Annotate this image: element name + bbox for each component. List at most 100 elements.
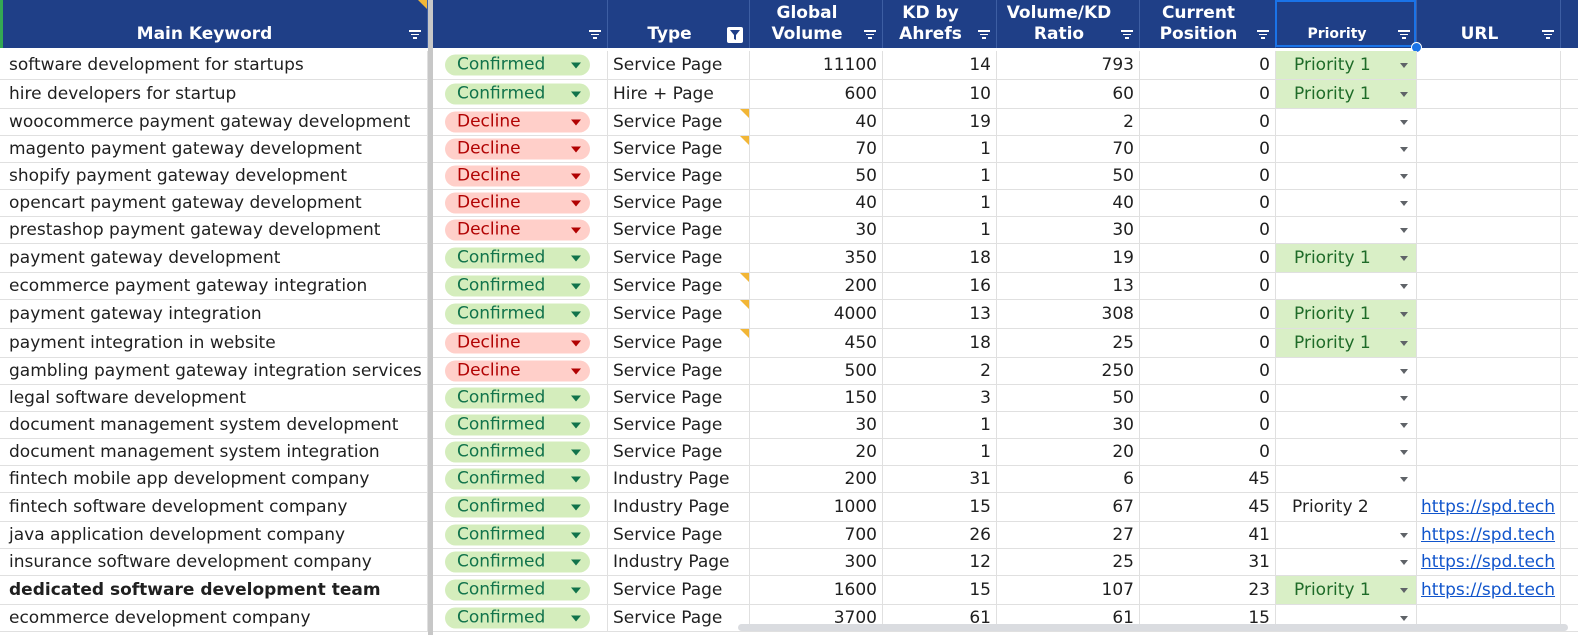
chevron-down-icon[interactable] [1400,63,1408,68]
position-cell[interactable]: 0 [1140,80,1276,108]
position-cell[interactable]: 0 [1140,412,1276,438]
kd-cell[interactable]: 18 [883,329,997,357]
status-cell[interactable]: Confirmed [433,466,608,492]
status-chip[interactable]: Decline [445,219,590,241]
type-cell[interactable]: Service Page [608,439,750,465]
type-cell[interactable]: Hire + Page [608,80,750,108]
position-cell[interactable]: 0 [1140,329,1276,357]
ratio-cell[interactable]: 30 [997,217,1140,243]
header-type[interactable]: Type [608,0,750,48]
status-cell[interactable]: Confirmed [433,273,608,299]
header-main-keyword[interactable]: Main Keyword [0,0,428,48]
keyword-cell[interactable]: magento payment gateway development [0,136,428,162]
priority-cell[interactable] [1276,358,1417,384]
priority-cell[interactable] [1276,136,1417,162]
url-link[interactable]: https://spd.tech [1417,493,1561,521]
chevron-down-icon[interactable] [1400,174,1408,179]
ratio-cell[interactable]: 19 [997,244,1140,272]
url-link[interactable] [1417,80,1561,108]
url-link[interactable] [1417,136,1561,162]
ratio-cell[interactable]: 793 [997,51,1140,79]
volume-cell[interactable]: 50 [750,163,883,189]
chevron-down-icon[interactable] [571,504,581,511]
ratio-cell[interactable]: 13 [997,273,1140,299]
chevron-down-icon[interactable] [571,62,581,69]
priority-cell[interactable] [1276,412,1417,438]
type-cell[interactable]: Service Page [608,605,750,631]
chevron-down-icon[interactable] [1400,341,1408,346]
position-cell[interactable]: 45 [1140,466,1276,492]
priority-cell[interactable] [1276,385,1417,411]
position-cell[interactable]: 31 [1140,549,1276,575]
status-chip[interactable]: Confirmed [445,607,590,629]
chevron-down-icon[interactable] [1400,120,1408,125]
chevron-down-icon[interactable] [571,449,581,456]
filter-icon[interactable] [978,30,990,40]
position-cell[interactable]: 0 [1140,163,1276,189]
keyword-cell[interactable]: fintech mobile app development company [0,466,428,492]
keyword-cell[interactable]: legal software development [0,385,428,411]
priority-dropdown[interactable]: Priority 1 [1276,329,1416,357]
url-link[interactable] [1417,329,1561,357]
status-cell[interactable]: Decline [433,109,608,135]
ratio-cell[interactable]: 50 [997,163,1140,189]
position-cell[interactable]: 45 [1140,493,1276,521]
position-cell[interactable]: 0 [1140,109,1276,135]
status-cell[interactable]: Decline [433,358,608,384]
kd-cell[interactable]: 16 [883,273,997,299]
filter-icon[interactable] [589,30,601,40]
filter-icon[interactable] [1542,30,1554,40]
status-cell[interactable]: Confirmed [433,549,608,575]
keyword-cell[interactable]: opencart payment gateway development [0,190,428,216]
volume-cell[interactable]: 700 [750,522,883,548]
kd-cell[interactable]: 1 [883,217,997,243]
priority-cell[interactable]: Priority 1 [1276,300,1417,328]
status-chip[interactable]: Confirmed [445,496,590,518]
status-chip[interactable]: Decline [445,332,590,354]
keyword-cell[interactable]: woocommerce payment gateway development [0,109,428,135]
position-cell[interactable]: 0 [1140,190,1276,216]
volume-cell[interactable]: 1600 [750,576,883,604]
kd-cell[interactable]: 31 [883,466,997,492]
volume-cell[interactable]: 200 [750,273,883,299]
ratio-cell[interactable]: 50 [997,385,1140,411]
status-chip[interactable]: Confirmed [445,524,590,546]
priority-cell[interactable] [1276,163,1417,189]
type-cell[interactable]: Industry Page [608,466,750,492]
ratio-cell[interactable]: 40 [997,190,1140,216]
header-kd[interactable]: KD by Ahrefs [883,0,997,48]
status-cell[interactable]: Confirmed [433,522,608,548]
chevron-down-icon[interactable] [571,615,581,622]
type-cell[interactable]: Service Page [608,273,750,299]
chevron-down-icon[interactable] [571,173,581,180]
keyword-cell[interactable]: hire developers for startup [0,80,428,108]
volume-cell[interactable]: 1000 [750,493,883,521]
status-chip[interactable]: Decline [445,360,590,382]
ratio-cell[interactable]: 27 [997,522,1140,548]
chevron-down-icon[interactable] [1400,201,1408,206]
priority-cell[interactable]: Priority 1 [1276,329,1417,357]
status-cell[interactable]: Decline [433,329,608,357]
status-chip[interactable]: Confirmed [445,275,590,297]
chevron-down-icon[interactable] [1400,450,1408,455]
chevron-down-icon[interactable] [1400,616,1408,621]
position-cell[interactable]: 0 [1140,300,1276,328]
priority-dropdown[interactable]: Priority 1 [1276,300,1416,328]
ratio-cell[interactable]: 25 [997,329,1140,357]
url-link[interactable] [1417,51,1561,79]
priority-cell[interactable] [1276,190,1417,216]
ratio-cell[interactable]: 67 [997,493,1140,521]
status-cell[interactable]: Decline [433,190,608,216]
url-link[interactable] [1417,300,1561,328]
volume-cell[interactable]: 40 [750,109,883,135]
kd-cell[interactable]: 14 [883,51,997,79]
volume-cell[interactable]: 11100 [750,51,883,79]
keyword-cell[interactable]: dedicated software development team [0,576,428,604]
chevron-down-icon[interactable] [571,255,581,262]
status-cell[interactable]: Confirmed [433,300,608,328]
chevron-down-icon[interactable] [1400,284,1408,289]
chevron-down-icon[interactable] [571,283,581,290]
status-cell[interactable]: Confirmed [433,493,608,521]
status-chip[interactable]: Confirmed [445,579,590,601]
volume-cell[interactable]: 350 [750,244,883,272]
